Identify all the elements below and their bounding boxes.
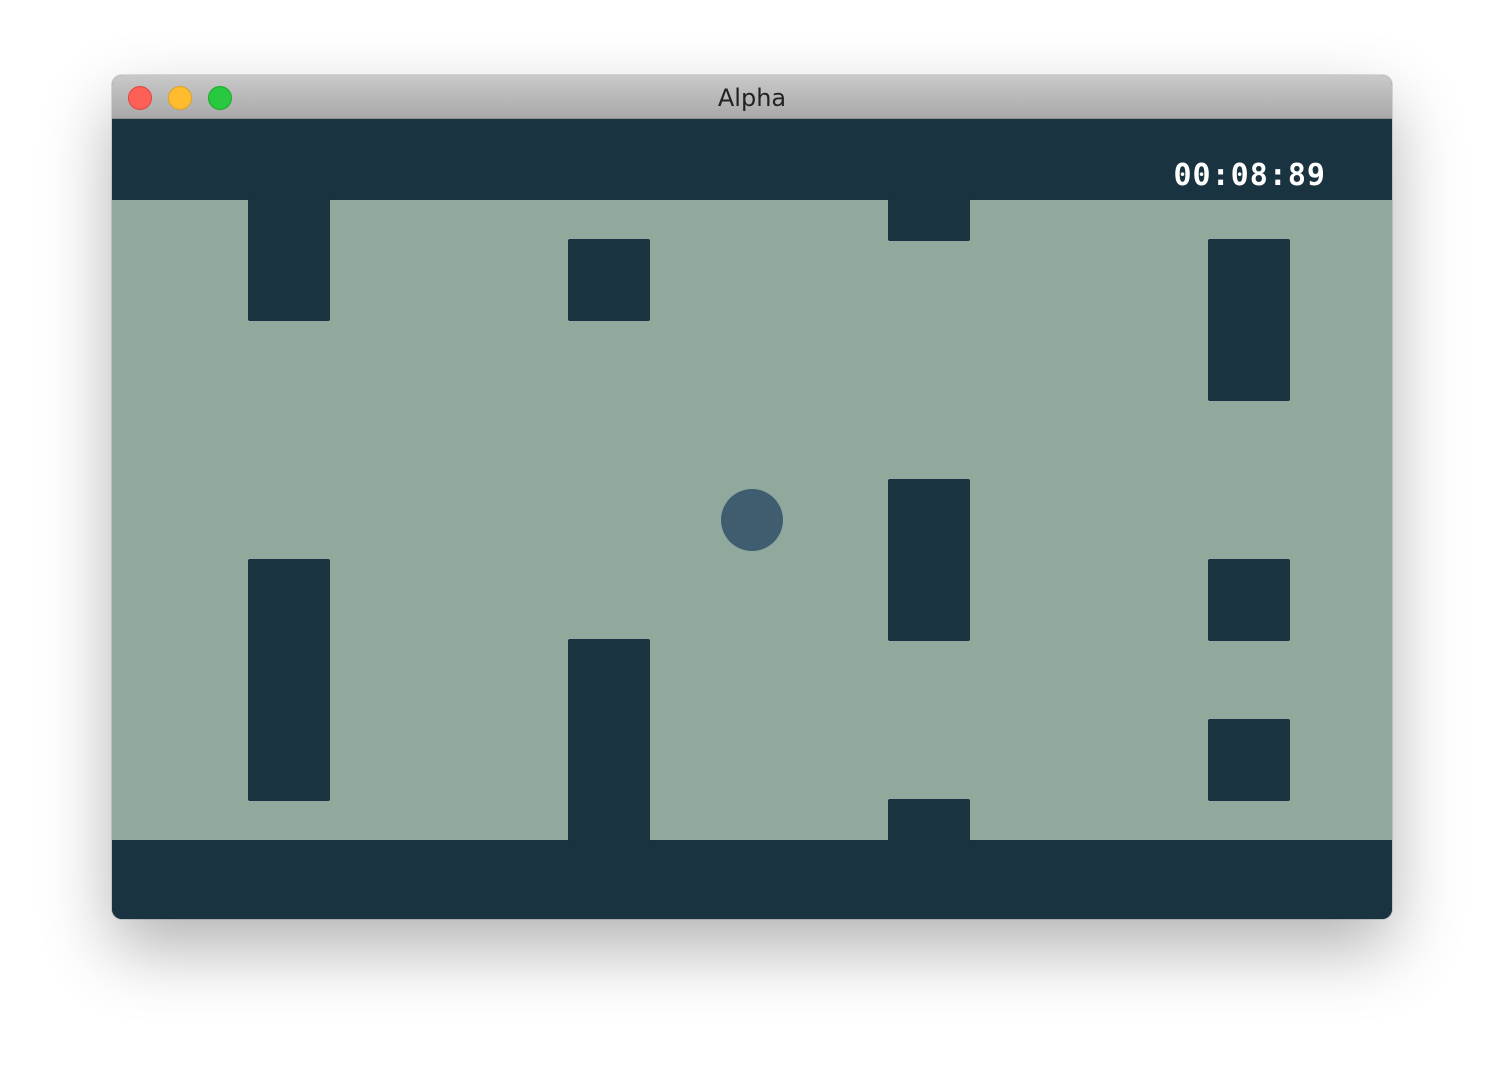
obstacle-block (888, 799, 970, 842)
play-field (112, 198, 1392, 842)
elapsed-timer: 00:08:89 (1173, 158, 1326, 193)
obstacle-block (1208, 559, 1290, 641)
obstacle-block (1208, 719, 1290, 801)
player-ball[interactable] (721, 489, 783, 551)
title-bar[interactable]: Alpha (112, 75, 1392, 119)
obstacle-block (888, 198, 970, 241)
window-title: Alpha (717, 84, 787, 112)
obstacle-block (1208, 239, 1290, 401)
game-window: Alpha 00:08:89 (112, 75, 1392, 919)
obstacle-block (248, 198, 330, 321)
obstacle-block (568, 639, 650, 842)
obstacle-block (248, 559, 330, 801)
obstacle-block (568, 239, 650, 321)
obstacle-block (888, 479, 970, 641)
game-canvas[interactable]: 00:08:89 (112, 120, 1392, 919)
